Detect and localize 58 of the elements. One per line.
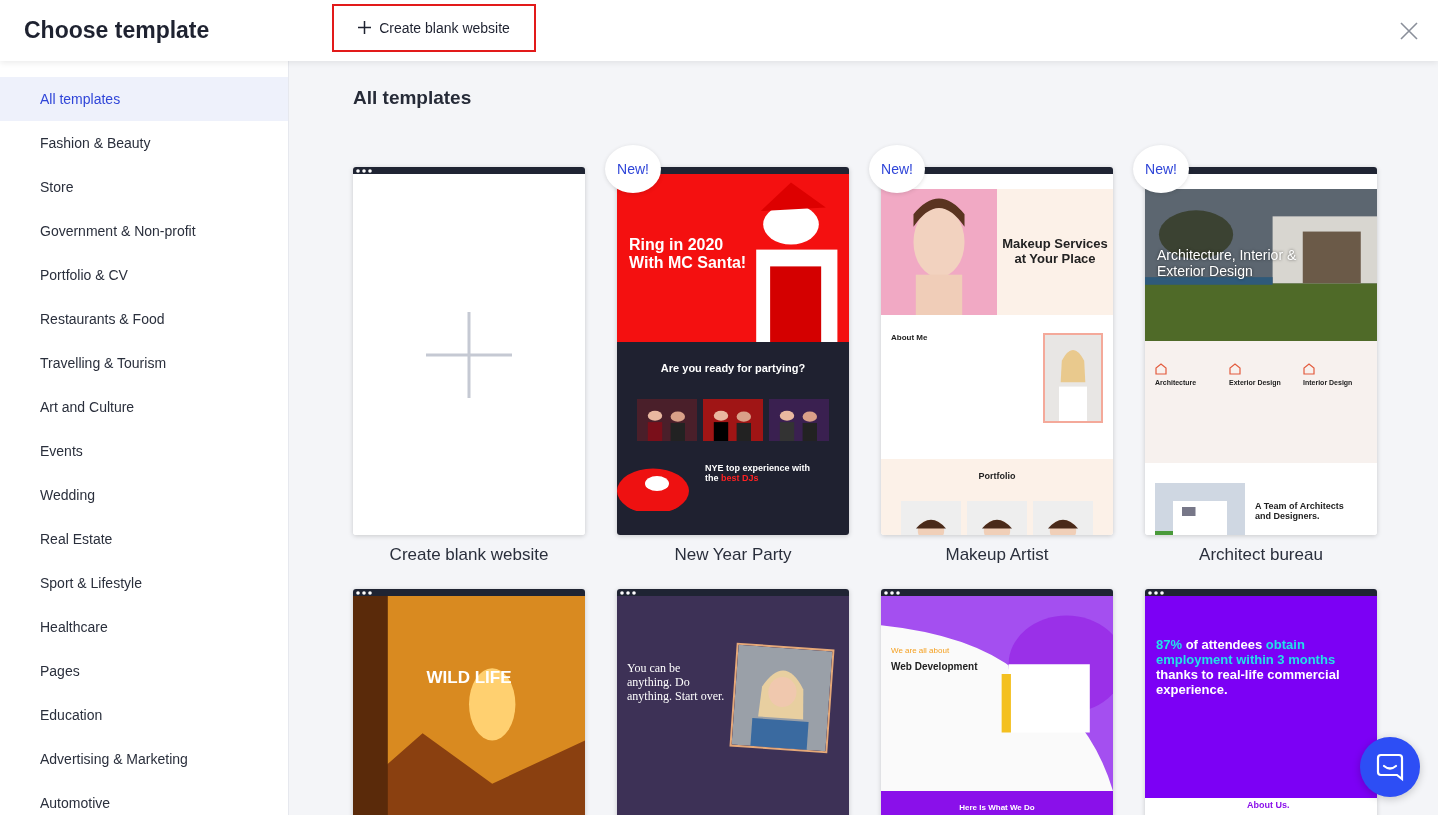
building-icon <box>1155 363 1167 375</box>
headline: A Team of Architects and Designers. <box>1255 500 1345 524</box>
headline: Here Is What We Do <box>959 803 1035 813</box>
category-item[interactable]: Store <box>0 165 288 209</box>
headline: Are you ready for partying? <box>660 362 806 375</box>
headline: Portfolio <box>978 471 1016 482</box>
headline: Web Development <box>891 661 979 673</box>
create-blank-website-button[interactable]: Create blank website <box>332 3 536 52</box>
headline: NYE top experience with the best DJs <box>705 461 812 485</box>
section-heading: All templates <box>353 87 473 109</box>
new-badge: New! <box>1133 145 1189 193</box>
chat-button[interactable] <box>1360 737 1420 797</box>
category-item[interactable]: Advertising & Marketing <box>0 737 288 781</box>
headline: About Us. <box>1247 800 1291 811</box>
category-item[interactable]: Pages <box>0 649 288 693</box>
category-item[interactable]: Portfolio & CV <box>0 253 288 297</box>
category-item[interactable]: Sport & Lifestyle <box>0 561 288 605</box>
window-dots-icon <box>620 590 637 595</box>
category-item[interactable]: Healthcare <box>0 605 288 649</box>
window-dots-icon <box>356 168 373 173</box>
template-name: New Year Party <box>674 545 792 565</box>
category-item[interactable]: Automotive <box>0 781 288 815</box>
category-item[interactable]: Travelling & Tourism <box>0 341 288 385</box>
template-thumbnail[interactable]: 87% of attendees obtain employment within 3 months thanks to real-life commercial experience. About Us. <box>1145 589 1377 815</box>
category-item[interactable]: Fashion & Beauty <box>0 121 288 165</box>
page-title: Choose template <box>24 17 211 44</box>
headline: We are all about <box>891 646 951 656</box>
headline: WILD LIFE <box>426 668 512 688</box>
template-thumbnail[interactable] <box>353 167 585 535</box>
category-item[interactable]: Events <box>0 429 288 473</box>
building-icon <box>1229 363 1241 375</box>
new-badge: New! <box>869 145 925 193</box>
building-icon <box>1303 363 1315 375</box>
category-item[interactable]: Government & Non-profit <box>0 209 288 253</box>
new-badge: New! <box>605 145 661 193</box>
category-item[interactable]: Art and Culture <box>0 385 288 429</box>
plus-icon <box>424 309 514 400</box>
plus-icon <box>358 21 372 34</box>
template-thumbnail[interactable]: We are all about Web Development Here Is What We Do <box>881 589 1113 815</box>
window-dots-icon <box>884 590 901 595</box>
headline: About Me <box>891 333 929 343</box>
category-item[interactable]: Restaurants & Food <box>0 297 288 341</box>
category-item[interactable]: Education <box>0 693 288 737</box>
headline: 87% of attendees obtain employment within 3 months thanks to real-life commercial experience. <box>1156 638 1341 698</box>
close-icon <box>1400 21 1418 40</box>
template-name: Makeup Artist <box>945 545 1049 565</box>
headline: Makeup Services at Your Place <box>1001 237 1109 267</box>
chat-icon <box>1375 752 1405 782</box>
template-name: Architect bureau <box>1199 545 1323 565</box>
category-item[interactable]: All templates <box>0 77 288 121</box>
category-item[interactable]: Wedding <box>0 473 288 517</box>
template-thumbnail[interactable]: You can be anything. Do anything. Start over. <box>617 589 849 815</box>
category-item[interactable]: Real Estate <box>0 517 288 561</box>
window-dots-icon <box>1148 590 1165 595</box>
headline: You can be anything. Do anything. Start over. <box>627 662 726 705</box>
window-dots-icon <box>356 590 373 595</box>
template-name: Create blank website <box>389 545 549 565</box>
headline: Ring in 2020 With MC Santa! <box>629 236 748 273</box>
